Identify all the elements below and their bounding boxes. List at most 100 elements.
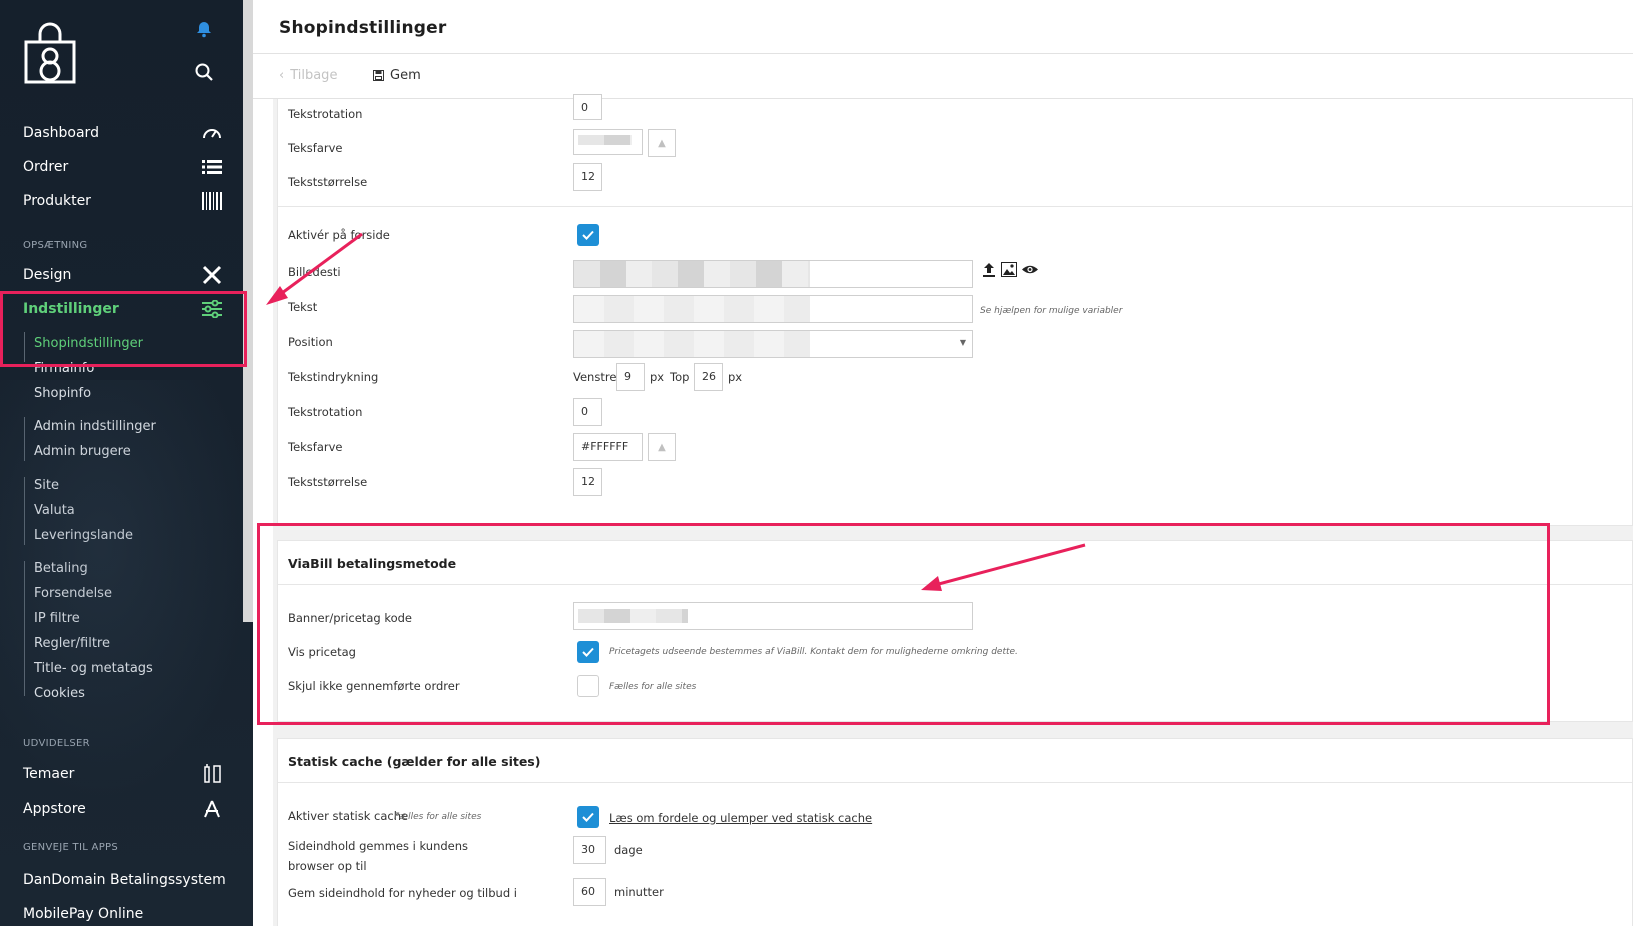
bell-icon[interactable] — [194, 19, 214, 39]
sub-admin-indstillinger[interactable]: Admin indstillinger — [34, 419, 156, 434]
search-icon[interactable] — [194, 62, 214, 82]
tree-line — [24, 561, 25, 696]
redacted-value — [574, 261, 810, 287]
page-title: Shopindstillinger — [279, 18, 447, 38]
minutter-unit: minutter — [614, 885, 664, 899]
sub-admin-brugere[interactable]: Admin brugere — [34, 444, 131, 459]
nav-dandomain[interactable]: DanDomain Betalingssystem — [23, 866, 243, 894]
tree-line — [24, 417, 25, 461]
teksfarve-input[interactable]: #FFFFFF — [573, 433, 643, 461]
nav-appstore-label: Appstore — [23, 801, 86, 817]
theme-brush-icon — [201, 763, 223, 785]
static-cache-panel: Statisk cache (gælder for alle sites) Ak… — [277, 738, 1633, 926]
tekststorrelse-input[interactable]: 12 — [573, 163, 602, 191]
sub-leveringslande[interactable]: Leveringslande — [34, 528, 133, 543]
aktiver-cache-label: Aktiver statisk cache — [288, 809, 409, 823]
nav-ordrer[interactable]: Ordrer — [23, 153, 223, 181]
position-select[interactable]: ▼ — [573, 330, 973, 358]
sub-valuta[interactable]: Valuta — [34, 503, 75, 518]
settings-content: Tekstrotation 0 Teksfarve ▲ Tekststørrel… — [273, 94, 1633, 926]
cache-info-link[interactable]: Læs om fordele og ulemper ved statisk ca… — [609, 811, 872, 825]
topbar: Shopindstillinger — [253, 0, 1633, 54]
sideindhold-input[interactable]: 30 — [573, 836, 606, 864]
sideindhold-label: Sideindhold gemmes i kundens — [288, 839, 469, 853]
sideindhold-label-line2: browser op til — [288, 859, 367, 873]
appstore-icon — [201, 798, 223, 820]
nav-temaer-label: Temaer — [23, 766, 75, 782]
sub-regler-filtre[interactable]: Regler/filtre — [34, 636, 110, 651]
sub-forsendelse[interactable]: Forsendelse — [34, 586, 112, 601]
aktiver-cache-hint: Fælles for alle sites — [394, 812, 482, 822]
back-button[interactable]: ‹ Tilbage — [279, 68, 337, 83]
viabill-highlight-box — [257, 523, 1550, 725]
main-area: Shopindstillinger ‹ Tilbage Gem Tekstrot… — [253, 0, 1633, 926]
caret-down-icon: ▼ — [959, 338, 966, 347]
nav-dandomain-label: DanDomain Betalingssystem — [23, 872, 226, 888]
eye-icon[interactable] — [1021, 264, 1039, 275]
top-label: Top — [670, 370, 690, 384]
nav-mobilepay[interactable]: MobilePay Online — [23, 900, 223, 926]
nav-temaer[interactable]: Temaer — [23, 760, 223, 788]
nav-dashboard[interactable]: Dashboard — [23, 119, 223, 147]
nyheder-input[interactable]: 60 — [573, 878, 606, 906]
save-button[interactable]: Gem — [373, 68, 421, 83]
check-icon — [582, 812, 594, 822]
nav-produkter[interactable]: Produkter — [23, 187, 223, 215]
redacted-value — [574, 296, 810, 322]
section-opsaetning: OPSÆTNING — [23, 240, 88, 251]
tools-icon — [201, 264, 223, 286]
nav-produkter-label: Produkter — [23, 193, 91, 209]
billedesti-label: Billedesti — [288, 265, 341, 279]
tekstindrykning-label: Tekstindrykning — [288, 370, 379, 384]
tekststorrelse-input[interactable]: 12 — [573, 468, 602, 496]
tekst-label: Tekst — [288, 300, 318, 314]
aktiver-cache-checkbox[interactable] — [577, 806, 599, 828]
position-label: Position — [288, 335, 333, 349]
nyheder-label: Gem sideindhold for nyheder og tilbud i — [288, 886, 517, 900]
sub-cookies[interactable]: Cookies — [34, 686, 85, 701]
sub-shopinfo[interactable]: Shopinfo — [34, 386, 91, 401]
back-label: Tilbage — [290, 68, 338, 83]
top-input[interactable]: 26 — [694, 363, 723, 391]
teksfarve-label: Teksfarve — [288, 440, 343, 454]
sidebar: Dashboard Ordrer Produkter OPSÆTNING Des… — [0, 0, 253, 926]
triangle-up-icon: ▲ — [658, 137, 666, 149]
sub-betaling[interactable]: Betaling — [34, 561, 88, 576]
sub-site[interactable]: Site — [34, 478, 59, 493]
color-picker-button[interactable]: ▲ — [648, 433, 676, 461]
nav-dashboard-label: Dashboard — [23, 125, 99, 141]
upload-icon[interactable] — [982, 262, 996, 278]
frontpage-text-panel: Tekstrotation 0 Teksfarve ▲ Tekststørrel… — [277, 94, 1633, 526]
sub-title-metatags[interactable]: Title- og metatags — [34, 661, 153, 676]
tekstrotation-label: Tekstrotation — [288, 405, 363, 419]
tekststorrelse-label: Tekststørrelse — [288, 475, 368, 489]
sub-ip-filtre[interactable]: IP filtre — [34, 611, 80, 626]
tree-line — [24, 477, 25, 545]
floppy-disk-icon — [373, 70, 384, 81]
triangle-up-icon: ▲ — [658, 441, 666, 453]
aktiver-checkbox[interactable] — [577, 224, 599, 246]
teksfarve-input[interactable] — [573, 129, 643, 155]
px-unit: px — [728, 370, 743, 384]
image-icon[interactable] — [1001, 262, 1017, 277]
nav-design[interactable]: Design — [23, 261, 223, 289]
check-icon — [582, 230, 594, 240]
tekstrotation-label: Tekstrotation — [288, 107, 363, 121]
dage-unit: dage — [614, 843, 643, 857]
tekststorrelse-label: Tekststørrelse — [288, 175, 368, 189]
venstre-label: Venstre — [573, 370, 617, 384]
tekstrotation-input[interactable]: 0 — [573, 94, 602, 120]
shop-bag-logo[interactable] — [22, 22, 78, 86]
tekst-input[interactable] — [573, 295, 973, 323]
action-bar: ‹ Tilbage Gem — [253, 54, 1633, 99]
venstre-input[interactable]: 9 — [616, 363, 645, 391]
billedesti-input[interactable] — [573, 260, 973, 288]
teksfarve-label: Teksfarve — [288, 141, 343, 155]
section-udvidelser: UDVIDELSER — [23, 738, 90, 749]
nav-appstore[interactable]: Appstore — [23, 795, 223, 823]
tekstrotation-input[interactable]: 0 — [573, 398, 602, 426]
color-picker-button[interactable]: ▲ — [648, 129, 676, 157]
list-icon — [201, 156, 223, 178]
divider — [278, 206, 1632, 207]
redacted-value — [578, 135, 632, 145]
